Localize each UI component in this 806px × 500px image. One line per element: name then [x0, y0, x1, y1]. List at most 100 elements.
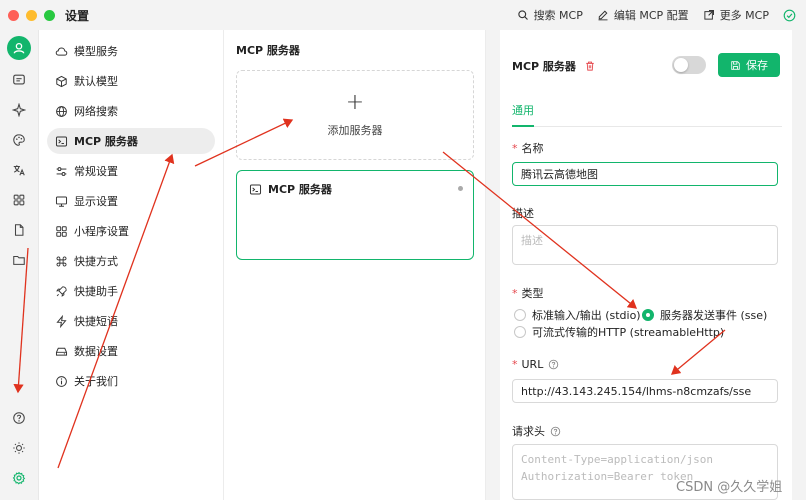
- rail-theme-button[interactable]: [9, 438, 29, 458]
- required-mark: *: [512, 141, 518, 155]
- tab-divider: [512, 126, 782, 127]
- menu-item-shortcuts[interactable]: 快捷方式: [47, 248, 215, 274]
- chat-icon: [13, 74, 25, 85]
- check-circle-icon: [783, 9, 796, 21]
- menu-item-label: 显示设置: [74, 195, 118, 208]
- type-option-stdio[interactable]: 标准输入/输出 (stdio): [514, 307, 641, 323]
- terminal-icon: [249, 184, 262, 194]
- name-input[interactable]: [512, 162, 778, 186]
- rail-folder-button[interactable]: [9, 250, 29, 270]
- help-icon[interactable]: [550, 426, 561, 437]
- save-button[interactable]: 保存: [718, 53, 780, 77]
- cloud-icon: [55, 47, 68, 56]
- maximize-window-button[interactable]: [44, 9, 55, 21]
- menu-item-default-model[interactable]: 默认模型: [47, 68, 215, 94]
- rail-apps-button[interactable]: [9, 190, 29, 210]
- more-mcp-label: 更多 MCP: [719, 9, 769, 22]
- help-icon: [13, 412, 25, 424]
- detail-area: MCP 服务器 保存 通用 *名称 描述 *类型 标准输入/输出 (stdio)…: [486, 30, 806, 500]
- edit-mcp-config-button[interactable]: 编辑 MCP 配置: [597, 7, 689, 23]
- menu-item-data-settings[interactable]: 数据设置: [47, 338, 215, 364]
- window-title: 设置: [65, 8, 90, 23]
- menu-item-model-service[interactable]: 模型服务: [47, 38, 215, 64]
- watermark: CSDN @久久学姐: [676, 480, 783, 495]
- menu-item-label: 快捷助手: [74, 285, 118, 298]
- tab-general[interactable]: 通用: [512, 102, 534, 118]
- sparkle-icon: [12, 103, 26, 117]
- rail-translate-button[interactable]: [9, 160, 29, 180]
- search-mcp-label: 搜索 MCP: [533, 9, 583, 22]
- menu-item-quick-phrases[interactable]: 快捷短语: [47, 308, 215, 334]
- tab-active-indicator: [512, 125, 534, 127]
- globe-icon: [56, 105, 67, 117]
- menu-item-about-us[interactable]: 关于我们: [47, 368, 215, 394]
- menu-item-general-settings[interactable]: 常规设置: [47, 158, 215, 184]
- save-label: 保存: [746, 59, 768, 72]
- plus-icon: +: [345, 90, 365, 115]
- trash-icon[interactable]: [584, 60, 596, 72]
- avatar[interactable]: [7, 36, 31, 60]
- minimize-window-button[interactable]: [26, 9, 37, 21]
- radio-stdio[interactable]: [514, 309, 526, 321]
- name-label: * 名称: [512, 141, 544, 156]
- box-icon: [56, 75, 67, 87]
- menu-item-label: 关于我们: [74, 375, 118, 388]
- rail-settings-button[interactable]: [9, 468, 29, 488]
- enable-toggle[interactable]: [672, 56, 706, 74]
- search-mcp-button[interactable]: 搜索 MCP: [517, 7, 583, 23]
- rail-sparkle-button[interactable]: [9, 100, 29, 120]
- menu-item-label: 常规设置: [74, 165, 118, 178]
- close-window-button[interactable]: [8, 9, 19, 21]
- terminal-icon: [55, 136, 68, 146]
- file-icon: [14, 224, 24, 236]
- rail-files-button[interactable]: [9, 220, 29, 240]
- monitor-icon: [55, 196, 68, 207]
- detail-title: MCP 服务器: [512, 60, 576, 73]
- apps-grid-icon: [13, 194, 25, 206]
- menu-item-web-search[interactable]: 网络搜索: [47, 98, 215, 124]
- url-input[interactable]: [512, 379, 778, 403]
- headers-label: 请求头: [512, 423, 561, 439]
- info-icon: [56, 375, 67, 387]
- window-controls: [8, 9, 55, 21]
- radio-sse[interactable]: [642, 309, 654, 321]
- external-link-icon: [704, 10, 714, 20]
- icon-rail: [0, 30, 38, 500]
- menu-item-label: 网络搜索: [74, 105, 118, 118]
- type-option-sse[interactable]: 服务器发送事件 (sse): [642, 307, 767, 323]
- search-icon: [517, 10, 528, 20]
- list-title: MCP 服务器: [236, 44, 300, 57]
- url-label: * URL: [512, 358, 559, 371]
- title-bar: 设置 搜索 MCP 编辑 MCP 配置 更多 MCP: [0, 0, 806, 30]
- more-mcp-button[interactable]: 更多 MCP: [703, 7, 769, 23]
- menu-item-miniapp-settings[interactable]: 小程序设置: [47, 218, 215, 244]
- command-icon: [56, 256, 67, 266]
- status-dot: [458, 186, 463, 191]
- type-option-label: 服务器发送事件 (sse): [660, 309, 768, 322]
- radio-streamable-http[interactable]: [514, 326, 526, 338]
- toggle-knob: [674, 58, 688, 72]
- user-icon: [13, 42, 25, 54]
- settings-menu: 模型服务 默认模型 网络搜索 MCP 服务器 常规设置 显示设置 小程序设置 快…: [38, 30, 224, 500]
- help-icon[interactable]: [548, 359, 559, 370]
- required-mark: *: [512, 358, 518, 371]
- rail-help-button[interactable]: [9, 408, 29, 428]
- required-mark: *: [512, 286, 518, 300]
- menu-item-quick-assistant[interactable]: 快捷助手: [47, 278, 215, 304]
- add-server-button[interactable]: + 添加服务器: [236, 70, 474, 160]
- rail-palette-button[interactable]: [9, 130, 29, 150]
- sun-icon: [13, 442, 25, 454]
- type-option-streamable-http[interactable]: 可流式传输的HTTP (streamableHttp): [514, 324, 724, 340]
- server-card[interactable]: MCP 服务器: [236, 170, 474, 260]
- menu-item-label: 数据设置: [74, 345, 118, 358]
- folder-icon: [13, 255, 25, 265]
- menu-item-label: 快捷方式: [74, 255, 118, 268]
- menu-item-mcp-servers[interactable]: MCP 服务器: [47, 128, 215, 154]
- menu-item-label: MCP 服务器: [74, 135, 138, 148]
- description-input[interactable]: [512, 225, 778, 265]
- type-label: * 类型: [512, 286, 544, 301]
- menu-item-display-settings[interactable]: 显示设置: [47, 188, 215, 214]
- server-card-name: MCP 服务器: [268, 183, 332, 196]
- edit-icon: [598, 10, 608, 21]
- rail-chat-button[interactable]: [9, 70, 29, 90]
